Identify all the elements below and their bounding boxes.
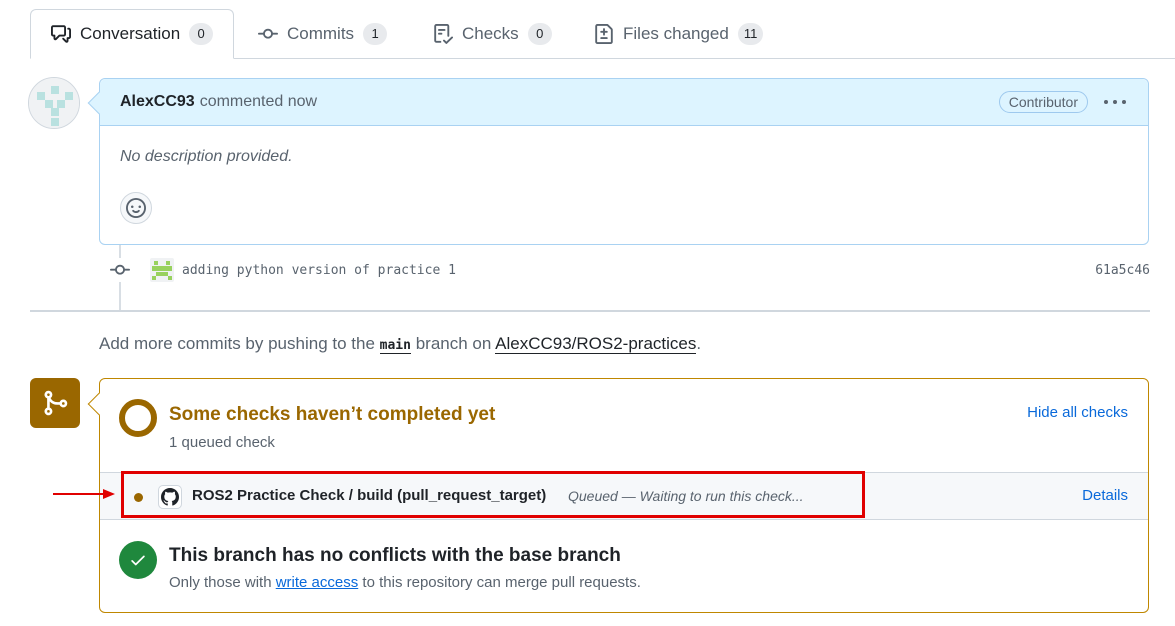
checklist-icon — [434, 24, 453, 44]
check-circle-icon — [119, 541, 157, 579]
pending-status-icon — [119, 399, 157, 437]
kebab-menu-icon[interactable] — [1102, 92, 1128, 112]
write-access-link[interactable]: write access — [276, 574, 359, 591]
git-merge-icon — [30, 378, 80, 428]
comment-author[interactable]: AlexCC93 — [120, 93, 195, 111]
commit-row: adding python version of practice 1 61a5… — [108, 257, 1150, 283]
push-hint-prefix: Add more commits by pushing to the — [99, 334, 375, 353]
checks-title: Some checks haven’t completed yet — [169, 404, 496, 425]
tab-counter: 0 — [189, 23, 214, 45]
tab-label: Commits — [287, 24, 355, 43]
tab-commits[interactable]: Commits 1 — [258, 9, 388, 59]
file-diff-icon — [595, 24, 613, 44]
tab-files-changed[interactable]: Files changed 11 — [594, 9, 764, 59]
pr-tabs: Conversation 0 Commits 1 Checks 0 Files … — [0, 0, 1175, 59]
comment-timestamp[interactable]: commented now — [200, 93, 317, 111]
avatar[interactable] — [28, 77, 80, 129]
tab-label: Conversation — [80, 24, 181, 43]
repo-link[interactable]: AlexCC93/ROS2-practices — [495, 334, 697, 354]
tab-counter: 11 — [737, 23, 764, 45]
merge-status-title: This branch has no conflicts with the ba… — [169, 545, 621, 566]
tab-label: Checks — [462, 24, 519, 43]
add-reaction-button[interactable] — [120, 192, 152, 224]
tab-conversation[interactable]: Conversation 0 — [30, 9, 235, 59]
merge-sub-prefix: Only those with — [169, 574, 272, 591]
push-hint-middle: branch on — [415, 334, 492, 353]
timeline-divider — [30, 310, 1150, 312]
tab-counter: 0 — [527, 23, 552, 45]
comment-body: No description provided. — [120, 148, 293, 165]
annotation-highlight-box — [121, 471, 865, 518]
hide-all-checks-link[interactable]: Hide all checks — [1027, 404, 1128, 421]
checks-subtitle: 1 queued check — [169, 434, 275, 451]
tab-label: Files changed — [623, 24, 729, 43]
comment-discussion-icon — [51, 25, 71, 43]
merge-box-caret — [87, 392, 111, 416]
pr-description-comment: AlexCC93 commented now Contributor No de… — [87, 78, 1149, 245]
branch-name[interactable]: main — [379, 338, 411, 354]
git-commit-icon — [108, 258, 132, 282]
commit-sha-link[interactable]: 61a5c46 — [1095, 263, 1150, 278]
comment-header: AlexCC93 commented now Contributor — [100, 79, 1148, 126]
contributor-badge: Contributor — [998, 91, 1088, 113]
annotation-arrow-icon — [53, 489, 115, 499]
merge-sub-suffix: to this repository can merge pull reques… — [362, 574, 641, 591]
commit-message-link[interactable]: adding python version of practice 1 — [182, 263, 456, 278]
identicon-avatar — [29, 78, 79, 128]
git-commit-icon — [258, 28, 278, 39]
merge-status-subtitle: Only those with write access to this rep… — [169, 574, 641, 591]
check-details-link[interactable]: Details — [1082, 487, 1128, 504]
tab-counter: 1 — [363, 23, 388, 45]
tab-checks[interactable]: Checks 0 — [433, 9, 552, 59]
smiley-icon — [126, 198, 146, 218]
commit-author-avatar[interactable] — [150, 258, 174, 282]
push-hint: Add more commits by pushing to the main … — [99, 334, 701, 354]
push-hint-suffix: . — [696, 334, 702, 353]
